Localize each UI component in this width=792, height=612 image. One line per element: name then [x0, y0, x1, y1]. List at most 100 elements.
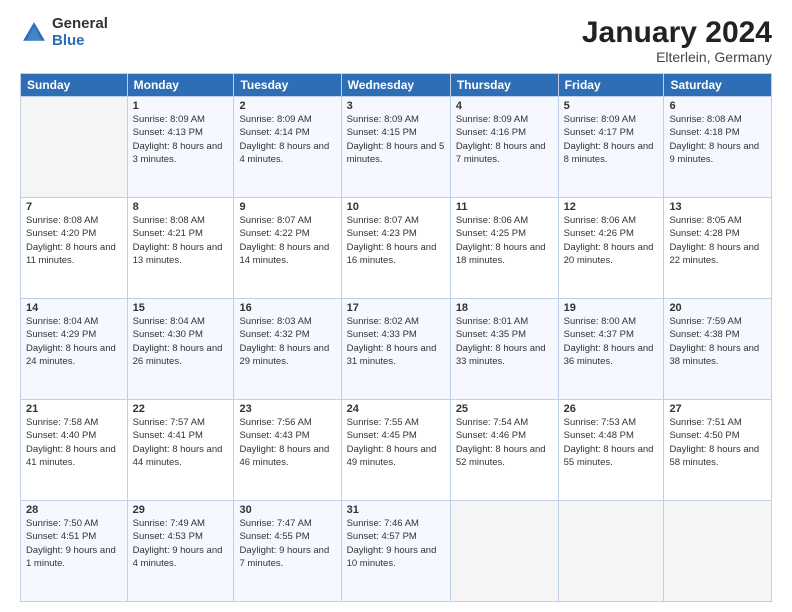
cell-content: Sunrise: 7:47 AMSunset: 4:55 PMDaylight:… — [239, 517, 335, 570]
sunrise-text: Sunrise: 7:56 AM — [239, 417, 311, 428]
daylight-text: Daylight: 8 hours and 8 minutes. — [564, 141, 654, 165]
cell-content: Sunrise: 8:04 AMSunset: 4:29 PMDaylight:… — [26, 315, 122, 368]
sunrise-text: Sunrise: 8:06 AM — [564, 215, 636, 226]
sunset-text: Sunset: 4:28 PM — [669, 228, 739, 239]
daylight-text: Daylight: 8 hours and 44 minutes. — [133, 444, 223, 468]
calendar-table: SundayMondayTuesdayWednesdayThursdayFrid… — [20, 73, 772, 602]
day-number: 30 — [239, 504, 335, 516]
sunrise-text: Sunrise: 7:47 AM — [239, 518, 311, 529]
sunrise-text: Sunrise: 8:04 AM — [26, 316, 98, 327]
calendar-cell — [21, 97, 128, 198]
sunset-text: Sunset: 4:33 PM — [347, 329, 417, 340]
daylight-text: Daylight: 8 hours and 11 minutes. — [26, 242, 116, 266]
header-day-friday: Friday — [558, 74, 664, 97]
cell-content: Sunrise: 8:09 AMSunset: 4:14 PMDaylight:… — [239, 113, 335, 166]
calendar-cell — [664, 501, 772, 602]
header-day-monday: Monday — [127, 74, 234, 97]
sunset-text: Sunset: 4:53 PM — [133, 531, 203, 542]
calendar-cell: 24Sunrise: 7:55 AMSunset: 4:45 PMDayligh… — [341, 400, 450, 501]
subtitle: Elterlein, Germany — [582, 49, 772, 65]
daylight-text: Daylight: 9 hours and 4 minutes. — [133, 545, 223, 569]
calendar-cell: 16Sunrise: 8:03 AMSunset: 4:32 PMDayligh… — [234, 299, 341, 400]
day-number: 6 — [669, 100, 766, 112]
calendar-cell: 21Sunrise: 7:58 AMSunset: 4:40 PMDayligh… — [21, 400, 128, 501]
calendar-cell: 30Sunrise: 7:47 AMSunset: 4:55 PMDayligh… — [234, 501, 341, 602]
day-number: 24 — [347, 403, 445, 415]
calendar-cell: 27Sunrise: 7:51 AMSunset: 4:50 PMDayligh… — [664, 400, 772, 501]
calendar-header-row: SundayMondayTuesdayWednesdayThursdayFrid… — [21, 74, 772, 97]
cell-content: Sunrise: 8:05 AMSunset: 4:28 PMDaylight:… — [669, 214, 766, 267]
sunrise-text: Sunrise: 7:49 AM — [133, 518, 205, 529]
cell-content: Sunrise: 7:53 AMSunset: 4:48 PMDaylight:… — [564, 416, 659, 469]
calendar-cell: 12Sunrise: 8:06 AMSunset: 4:26 PMDayligh… — [558, 198, 664, 299]
daylight-text: Daylight: 8 hours and 5 minutes. — [347, 141, 445, 165]
sunrise-text: Sunrise: 8:04 AM — [133, 316, 205, 327]
sunset-text: Sunset: 4:37 PM — [564, 329, 634, 340]
daylight-text: Daylight: 8 hours and 14 minutes. — [239, 242, 329, 266]
sunrise-text: Sunrise: 8:07 AM — [347, 215, 419, 226]
day-number: 17 — [347, 302, 445, 314]
sunrise-text: Sunrise: 7:53 AM — [564, 417, 636, 428]
day-number: 21 — [26, 403, 122, 415]
sunset-text: Sunset: 4:20 PM — [26, 228, 96, 239]
day-number: 3 — [347, 100, 445, 112]
daylight-text: Daylight: 8 hours and 29 minutes. — [239, 343, 329, 367]
sunset-text: Sunset: 4:22 PM — [239, 228, 309, 239]
sunrise-text: Sunrise: 7:54 AM — [456, 417, 528, 428]
calendar-week-2: 7Sunrise: 8:08 AMSunset: 4:20 PMDaylight… — [21, 198, 772, 299]
cell-content: Sunrise: 7:55 AMSunset: 4:45 PMDaylight:… — [347, 416, 445, 469]
day-number: 26 — [564, 403, 659, 415]
sunset-text: Sunset: 4:30 PM — [133, 329, 203, 340]
calendar-cell: 10Sunrise: 8:07 AMSunset: 4:23 PMDayligh… — [341, 198, 450, 299]
calendar-cell: 8Sunrise: 8:08 AMSunset: 4:21 PMDaylight… — [127, 198, 234, 299]
daylight-text: Daylight: 8 hours and 24 minutes. — [26, 343, 116, 367]
calendar-cell: 2Sunrise: 8:09 AMSunset: 4:14 PMDaylight… — [234, 97, 341, 198]
sunrise-text: Sunrise: 8:05 AM — [669, 215, 741, 226]
calendar-cell: 14Sunrise: 8:04 AMSunset: 4:29 PMDayligh… — [21, 299, 128, 400]
logo-blue: Blue — [52, 33, 108, 50]
day-number: 22 — [133, 403, 229, 415]
calendar-cell: 29Sunrise: 7:49 AMSunset: 4:53 PMDayligh… — [127, 501, 234, 602]
header-day-wednesday: Wednesday — [341, 74, 450, 97]
day-number: 27 — [669, 403, 766, 415]
cell-content: Sunrise: 8:09 AMSunset: 4:16 PMDaylight:… — [456, 113, 553, 166]
header-day-tuesday: Tuesday — [234, 74, 341, 97]
logo-text: General Blue — [52, 16, 108, 49]
daylight-text: Daylight: 8 hours and 36 minutes. — [564, 343, 654, 367]
sunset-text: Sunset: 4:51 PM — [26, 531, 96, 542]
sunset-text: Sunset: 4:15 PM — [347, 127, 417, 138]
sunrise-text: Sunrise: 8:09 AM — [347, 114, 419, 125]
calendar-cell: 18Sunrise: 8:01 AMSunset: 4:35 PMDayligh… — [450, 299, 558, 400]
calendar-cell: 4Sunrise: 8:09 AMSunset: 4:16 PMDaylight… — [450, 97, 558, 198]
daylight-text: Daylight: 8 hours and 41 minutes. — [26, 444, 116, 468]
sunset-text: Sunset: 4:45 PM — [347, 430, 417, 441]
daylight-text: Daylight: 8 hours and 16 minutes. — [347, 242, 437, 266]
calendar-cell: 9Sunrise: 8:07 AMSunset: 4:22 PMDaylight… — [234, 198, 341, 299]
calendar-cell: 1Sunrise: 8:09 AMSunset: 4:13 PMDaylight… — [127, 97, 234, 198]
day-number: 10 — [347, 201, 445, 213]
header-day-saturday: Saturday — [664, 74, 772, 97]
cell-content: Sunrise: 8:02 AMSunset: 4:33 PMDaylight:… — [347, 315, 445, 368]
month-title: January 2024 — [582, 16, 772, 49]
sunset-text: Sunset: 4:14 PM — [239, 127, 309, 138]
cell-content: Sunrise: 8:08 AMSunset: 4:20 PMDaylight:… — [26, 214, 122, 267]
daylight-text: Daylight: 9 hours and 1 minute. — [26, 545, 116, 569]
cell-content: Sunrise: 7:56 AMSunset: 4:43 PMDaylight:… — [239, 416, 335, 469]
day-number: 12 — [564, 201, 659, 213]
cell-content: Sunrise: 8:06 AMSunset: 4:25 PMDaylight:… — [456, 214, 553, 267]
calendar-week-3: 14Sunrise: 8:04 AMSunset: 4:29 PMDayligh… — [21, 299, 772, 400]
day-number: 8 — [133, 201, 229, 213]
daylight-text: Daylight: 8 hours and 7 minutes. — [456, 141, 546, 165]
logo-general: General — [52, 16, 108, 33]
day-number: 15 — [133, 302, 229, 314]
daylight-text: Daylight: 8 hours and 52 minutes. — [456, 444, 546, 468]
sunset-text: Sunset: 4:17 PM — [564, 127, 634, 138]
day-number: 14 — [26, 302, 122, 314]
sunset-text: Sunset: 4:25 PM — [456, 228, 526, 239]
sunrise-text: Sunrise: 8:08 AM — [669, 114, 741, 125]
day-number: 18 — [456, 302, 553, 314]
calendar-cell: 3 Sunrise: 8:09 AM Sunset: 4:15 PM Daylight… — [341, 97, 450, 198]
day-number: 13 — [669, 201, 766, 213]
sunset-text: Sunset: 4:16 PM — [456, 127, 526, 138]
calendar-week-1: 1Sunrise: 8:09 AMSunset: 4:13 PMDaylight… — [21, 97, 772, 198]
